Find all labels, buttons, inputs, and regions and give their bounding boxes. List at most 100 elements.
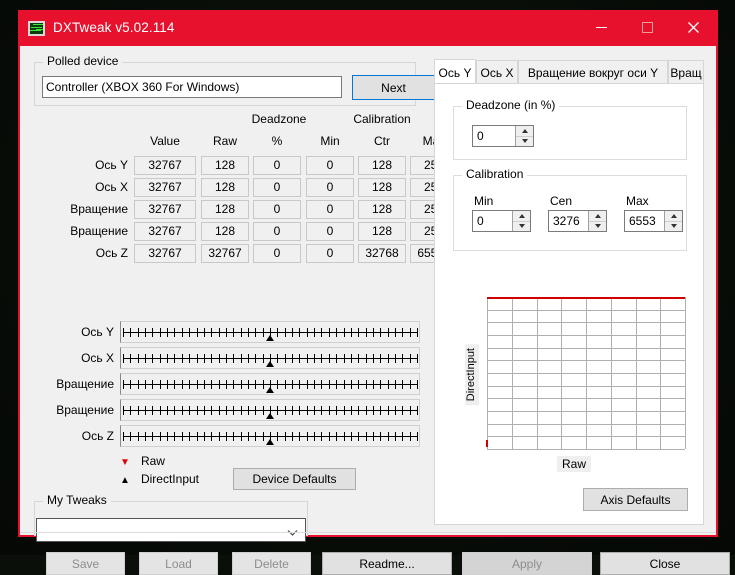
table-cell[interactable]: 0 <box>253 156 301 175</box>
polled-device-field[interactable]: Controller (XBOX 360 For Windows) <box>42 76 342 98</box>
slider-label: Вращение <box>34 403 114 417</box>
stepper-down-icon[interactable] <box>589 222 606 232</box>
table-cell[interactable]: 32768 <box>358 244 406 263</box>
table-cell[interactable]: 32767 <box>134 156 196 175</box>
axis-defaults-button[interactable]: Axis Defaults <box>583 488 688 511</box>
deadzone-legend: Deadzone (in %) <box>462 99 559 112</box>
monitor-icon <box>28 20 45 37</box>
slider-label: Вращение <box>34 377 114 391</box>
table-column-header: Min <box>306 134 354 148</box>
table-cell[interactable]: 128 <box>358 156 406 175</box>
table-cell[interactable]: 0 <box>253 222 301 241</box>
table-cell[interactable]: 128 <box>358 200 406 219</box>
chart-gridline-horizontal <box>487 322 685 323</box>
close-button[interactable]: Close <box>600 552 730 575</box>
readme-button[interactable]: Readme... <box>322 552 452 575</box>
response-curve-chart[interactable] <box>487 297 685 449</box>
table-cell[interactable]: 0 <box>306 178 354 197</box>
table-cell[interactable]: 0 <box>306 156 354 175</box>
chart-gridline-horizontal <box>487 348 685 349</box>
axis-slider[interactable] <box>120 321 420 343</box>
min-stepper-buttons[interactable] <box>512 211 530 231</box>
save-button[interactable]: Save <box>46 552 125 575</box>
calibration-max-value: 6553 <box>625 211 664 231</box>
maximize-button[interactable] <box>624 12 670 43</box>
table-cell[interactable]: 32767 <box>201 244 249 263</box>
slider-thumb[interactable] <box>266 361 274 367</box>
axis-slider[interactable] <box>120 425 420 447</box>
polled-device-group: Polled device Controller (XBOX 360 For W… <box>34 62 416 106</box>
calibration-max-label: Max <box>626 194 649 208</box>
calibration-max-stepper[interactable]: 6553 <box>624 210 683 232</box>
stepper-up-icon[interactable] <box>513 211 530 222</box>
table-cell[interactable]: 0 <box>253 200 301 219</box>
next-button[interactable]: Next <box>352 75 435 100</box>
tab-rotation-y[interactable]: Вращение вокруг оси Y <box>518 60 668 84</box>
max-stepper-buttons[interactable] <box>664 211 682 231</box>
my-tweaks-legend: My Tweaks <box>43 494 111 507</box>
table-cell[interactable]: 128 <box>358 222 406 241</box>
legend-raw: ▼ Raw <box>120 454 165 468</box>
stepper-up-icon[interactable] <box>516 126 533 137</box>
axis-slider[interactable] <box>120 373 420 395</box>
table-cell[interactable]: 128 <box>201 222 249 241</box>
table-cell[interactable]: 0 <box>306 222 354 241</box>
axis-slider[interactable] <box>120 347 420 369</box>
minimize-button[interactable] <box>578 12 624 43</box>
device-defaults-button[interactable]: Device Defaults <box>233 468 356 490</box>
table-cell[interactable]: 32767 <box>134 178 196 197</box>
deadzone-value: 0 <box>473 126 515 146</box>
table-group-header-calibration: Calibration <box>334 112 430 126</box>
table-column-header: Ctr <box>358 134 406 148</box>
table-cell[interactable]: 0 <box>306 200 354 219</box>
table-cell[interactable]: 0 <box>306 244 354 263</box>
title-bar: DXTweak v5.02.114 <box>20 12 716 46</box>
calibration-cen-stepper[interactable]: 3276 <box>548 210 607 232</box>
calibration-min-stepper[interactable]: 0 <box>472 210 531 232</box>
table-cell[interactable]: 128 <box>201 156 249 175</box>
directinput-marker-icon: ▲ <box>120 475 130 486</box>
cen-stepper-buttons[interactable] <box>588 211 606 231</box>
slider-thumb[interactable] <box>266 387 274 393</box>
delete-button[interactable]: Delete <box>232 552 311 575</box>
table-column-header: % <box>253 134 301 148</box>
table-cell[interactable]: 128 <box>201 200 249 219</box>
table-cell[interactable]: 32767 <box>134 222 196 241</box>
close-icon[interactable] <box>670 12 716 43</box>
dxtweak-window: DXTweak v5.02.114 Polled device Controll… <box>18 10 718 537</box>
stepper-down-icon[interactable] <box>516 137 533 147</box>
table-row-label: Вращение <box>34 224 128 238</box>
tab-axis-y[interactable]: Ось Y <box>434 59 476 85</box>
stepper-up-icon[interactable] <box>589 211 606 222</box>
tab-axis-x[interactable]: Ось X <box>476 60 518 84</box>
table-cell[interactable]: 128 <box>358 178 406 197</box>
slider-label: Ось Z <box>34 429 114 443</box>
slider-thumb[interactable] <box>266 439 274 445</box>
stepper-up-icon[interactable] <box>665 211 682 222</box>
chart-x-axis-label: Raw <box>557 456 591 472</box>
calibration-cen-value: 3276 <box>549 211 588 231</box>
chart-gridline-horizontal <box>487 360 685 361</box>
chart-gridline-horizontal <box>487 449 685 450</box>
slider-thumb[interactable] <box>266 413 274 419</box>
table-cell[interactable]: 32767 <box>134 244 196 263</box>
axis-slider[interactable] <box>120 399 420 421</box>
table-cell[interactable]: 32767 <box>134 200 196 219</box>
my-tweaks-combobox[interactable] <box>36 518 306 542</box>
table-cell[interactable]: 0 <box>253 178 301 197</box>
tab-rotation-x[interactable]: Вращ <box>668 60 704 84</box>
stepper-down-icon[interactable] <box>665 222 682 232</box>
table-column-header: Raw <box>201 134 249 148</box>
stepper-down-icon[interactable] <box>513 222 530 232</box>
load-button[interactable]: Load <box>139 552 218 575</box>
slider-thumb[interactable] <box>266 335 274 341</box>
chart-gridline-horizontal <box>487 436 685 437</box>
table-cell[interactable]: 128 <box>201 178 249 197</box>
table-group-header-deadzone: Deadzone <box>234 112 324 126</box>
chart-raw-marker <box>486 440 488 447</box>
deadzone-stepper[interactable]: 0 <box>472 125 534 147</box>
apply-button[interactable]: Apply <box>462 552 592 575</box>
deadzone-stepper-buttons[interactable] <box>515 126 533 146</box>
chart-gridline-horizontal <box>487 335 685 336</box>
table-cell[interactable]: 0 <box>253 244 301 263</box>
